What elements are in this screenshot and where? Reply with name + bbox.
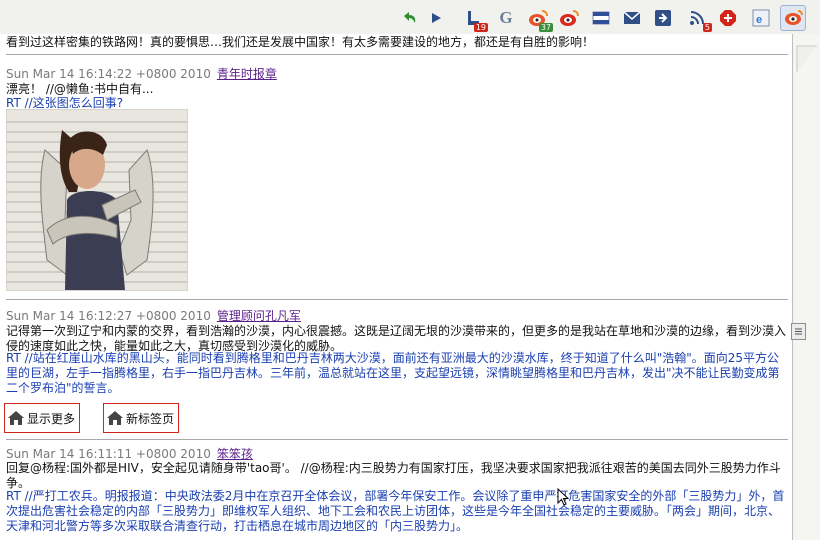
- svg-text:e: e: [756, 14, 762, 26]
- play-icon[interactable]: [425, 7, 447, 29]
- post-retweet-text: RT //站在红崖山水库的黑山头，能同时看到腾格里和巴丹吉林两大沙漠，面前还有亚…: [6, 351, 780, 395]
- rss-badge: 5: [702, 23, 712, 32]
- background-tab-shape: [796, 45, 817, 72]
- flag-icon[interactable]: [590, 7, 612, 29]
- post-text-partial: 看到过这样密集的铁路网！真的要惧思…我们还是发展中国家！有太多需要建设的地方，都…: [6, 35, 595, 49]
- bookmark-badge: 19: [473, 23, 488, 32]
- bookmark-app-icon[interactable]: 19: [462, 7, 488, 32]
- post-meta: Sun Mar 14 16:12:27 +0800 2010 管理顾问孔凡军: [6, 309, 301, 324]
- background-page-strip: [793, 34, 820, 540]
- post-photo[interactable]: [6, 109, 188, 291]
- stop-sign-icon[interactable]: [717, 7, 739, 29]
- forward-arrow-icon[interactable]: [652, 7, 674, 29]
- weibo-badge: 37: [538, 23, 553, 32]
- post-divider: [6, 299, 788, 300]
- post-author-link[interactable]: 管理顾问孔凡军: [217, 309, 301, 323]
- google-icon[interactable]: G: [495, 7, 517, 29]
- google-letter: G: [499, 8, 513, 27]
- mail-icon[interactable]: [621, 7, 643, 29]
- rss-icon[interactable]: 5: [686, 7, 712, 32]
- home-icon: [107, 411, 123, 425]
- post-timestamp: Sun Mar 14 16:11:11 +0800 2010: [6, 447, 211, 461]
- scroll-handle-icon[interactable]: [791, 323, 806, 340]
- ie-tab-icon[interactable]: e: [750, 7, 772, 29]
- post-author-link[interactable]: 笨笨孩: [217, 447, 253, 461]
- post-text: 记得第一次到辽宁和内蒙的交界，看到浩瀚的沙漠，内心很震撼。这既是辽阔无垠的沙漠带…: [6, 324, 787, 353]
- post-divider: [6, 439, 788, 440]
- post-meta: Sun Mar 14 16:11:11 +0800 2010 笨笨孩: [6, 447, 253, 462]
- mouse-cursor-icon: [557, 488, 570, 506]
- post-author-link[interactable]: 青年时报章: [217, 67, 277, 81]
- home-icon: [8, 411, 24, 425]
- undo-arrow-icon[interactable]: [398, 7, 420, 29]
- show-more-label: 显示更多: [27, 411, 76, 426]
- post-text: 回复@杨程:国外都是HIV，安全起见请随身带'tao哥'。 //@杨程:内三股势…: [6, 461, 781, 490]
- new-tab-button[interactable]: 新标签页: [103, 403, 180, 433]
- weibo-feed-panel: 看到过这样密集的铁路网！真的要惧思…我们还是发展中国家！有太多需要建设的地方，都…: [0, 34, 793, 540]
- weibo-alt-icon[interactable]: [558, 7, 580, 29]
- new-tab-label: 新标签页: [126, 411, 175, 426]
- post-retweet-text: RT //严打工农兵。明报报道：中央政法委2月中在京召开全体会议，部署今年保安工…: [6, 489, 785, 533]
- post-meta: Sun Mar 14 16:14:22 +0800 2010 青年时报章: [6, 67, 277, 82]
- post-timestamp: Sun Mar 14 16:14:22 +0800 2010: [6, 67, 211, 81]
- show-more-button[interactable]: 显示更多: [4, 403, 81, 433]
- post-text: 漂亮！ //@懒鱼:书中自有...: [6, 82, 154, 96]
- browser-toolbar: 19 G 37 5 e: [0, 0, 820, 35]
- post-timestamp: Sun Mar 14 16:12:27 +0800 2010: [6, 309, 211, 323]
- weibo-eye-icon[interactable]: [780, 5, 806, 31]
- post-divider: [6, 54, 788, 55]
- weibo-icon[interactable]: 37: [527, 7, 553, 32]
